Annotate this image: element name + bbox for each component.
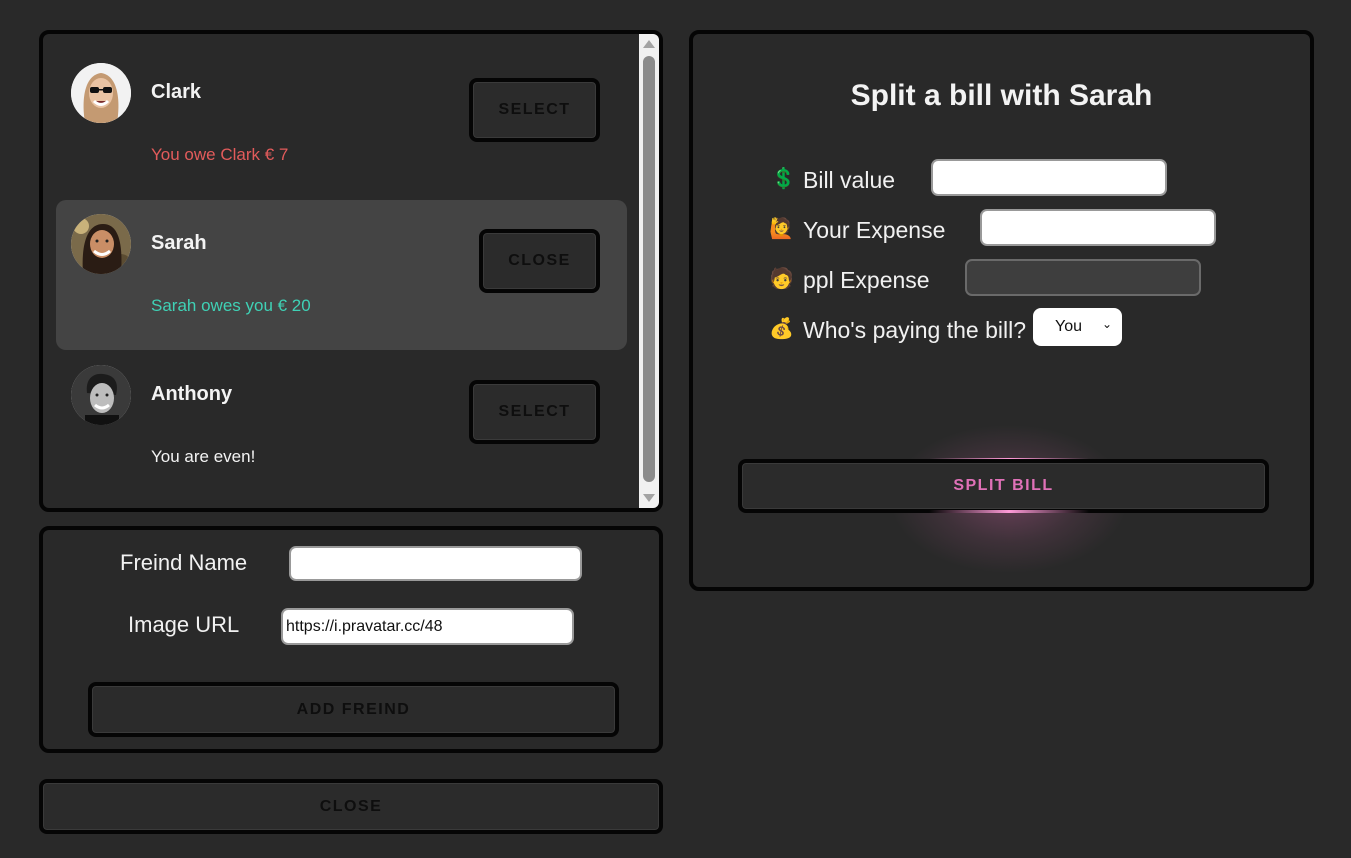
image-url-input[interactable]: https://i.pravatar.cc/48 (281, 608, 574, 645)
close-friend-button[interactable]: CLOSE (479, 229, 600, 293)
friends-scrollbar[interactable] (639, 34, 659, 508)
your-expense-label: Your Expense (803, 217, 946, 243)
raising-hand-icon: 🙋 (769, 218, 794, 240)
friend-name: Clark (151, 81, 202, 103)
person-icon: 🧑 (769, 268, 794, 290)
close-add-form-button[interactable]: CLOSE (39, 779, 663, 834)
friend-item-clark: Clark SELECT You owe Clark € 7 (56, 49, 627, 199)
friend-balance: Sarah owes you € 20 (151, 296, 311, 315)
split-glow-line-bottom (929, 510, 1089, 513)
payer-select[interactable]: You ⌄ (1033, 308, 1122, 346)
your-expense-input[interactable] (980, 209, 1216, 246)
add-friend-button[interactable]: ADD FREIND (88, 682, 619, 737)
split-title: Split a bill with Sarah (850, 79, 1153, 112)
friend-name: Sarah (151, 232, 207, 254)
friend-balance: You owe Clark € 7 (151, 145, 289, 164)
friend-name: Anthony (151, 383, 233, 405)
dollar-icon: 💲 (771, 168, 796, 190)
split-bill-button[interactable]: SPLIT BILL (738, 459, 1269, 513)
add-friend-form: Freind Name Image URL https://i.pravatar… (39, 526, 663, 753)
friend-item-sarah: Sarah CLOSE Sarah owes you € 20 (56, 200, 627, 350)
chevron-down-icon: ⌄ (1101, 317, 1112, 331)
scroll-down-icon[interactable] (643, 494, 655, 502)
split-bill-form: Split a bill with Sarah 💲 Bill value 🙋 Y… (689, 30, 1314, 591)
payer-label: Who's paying the bill? (803, 317, 1027, 343)
friend-name-input[interactable] (289, 546, 582, 581)
image-url-label: Image URL (128, 612, 240, 637)
payer-selected-value: You (1055, 318, 1082, 335)
clark-avatar (71, 63, 131, 123)
friend-name-label: Freind Name (120, 550, 248, 575)
friend-balance: You are even! (151, 447, 256, 466)
ppl-expense-label: ppl Expense (803, 267, 930, 293)
scrollbar-thumb[interactable] (643, 56, 655, 482)
scroll-up-icon[interactable] (643, 40, 655, 48)
select-friend-button[interactable]: SELECT (469, 380, 600, 444)
bill-value-label: Bill value (803, 167, 896, 193)
anthony-avatar (71, 365, 131, 425)
sarah-avatar (71, 214, 131, 274)
friends-list: Clark SELECT You owe Clark € 7 Sarah CLO… (39, 30, 663, 512)
money-bag-icon: 💰 (769, 318, 794, 340)
friend-item-anthony: Anthony SELECT You are even! (56, 351, 627, 501)
select-friend-button[interactable]: SELECT (469, 78, 600, 142)
bill-value-input[interactable] (931, 159, 1167, 196)
ppl-expense-input (965, 259, 1201, 296)
